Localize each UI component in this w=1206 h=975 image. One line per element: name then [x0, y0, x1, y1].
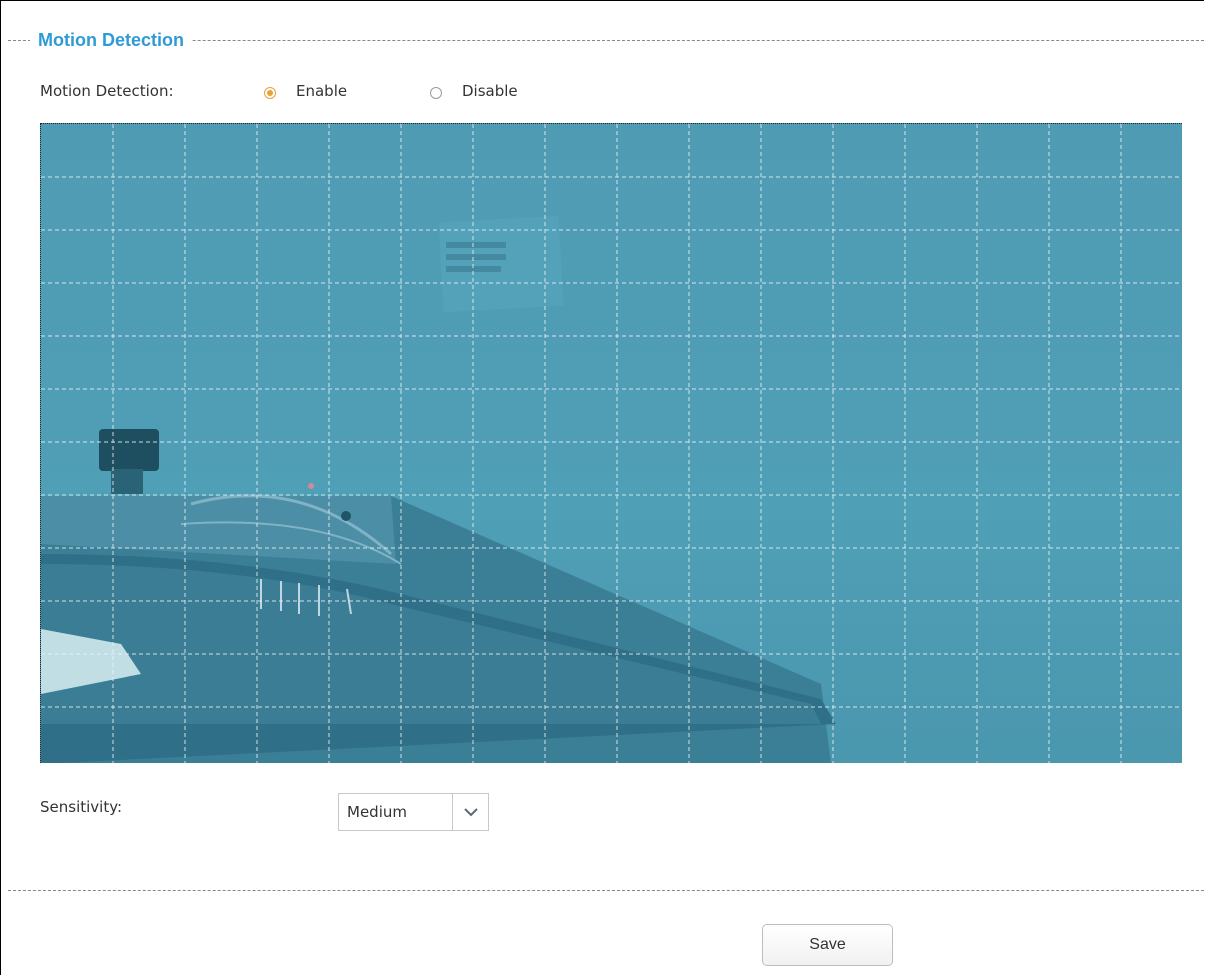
sensitivity-value[interactable]: Medium	[347, 803, 407, 821]
motion-detection-area[interactable]	[40, 123, 1182, 763]
radio-disable-label[interactable]: Disable	[462, 82, 518, 100]
chevron-down-icon	[464, 808, 478, 817]
save-button[interactable]: Save	[762, 924, 893, 966]
motion-detection-label: Motion Detection:	[40, 82, 174, 100]
radio-enable-label[interactable]: Enable	[296, 82, 347, 100]
section-title: Motion Detection	[30, 28, 192, 52]
footer-divider	[8, 890, 1204, 891]
sensitivity-label: Sensitivity:	[40, 798, 123, 816]
camera-preview-image	[41, 124, 1182, 763]
radio-enable-indicator[interactable]	[264, 87, 276, 99]
radio-disable-indicator[interactable]	[430, 87, 442, 99]
sensitivity-dropdown-toggle[interactable]	[452, 794, 488, 830]
sensitivity-select[interactable]: Medium	[338, 793, 489, 831]
